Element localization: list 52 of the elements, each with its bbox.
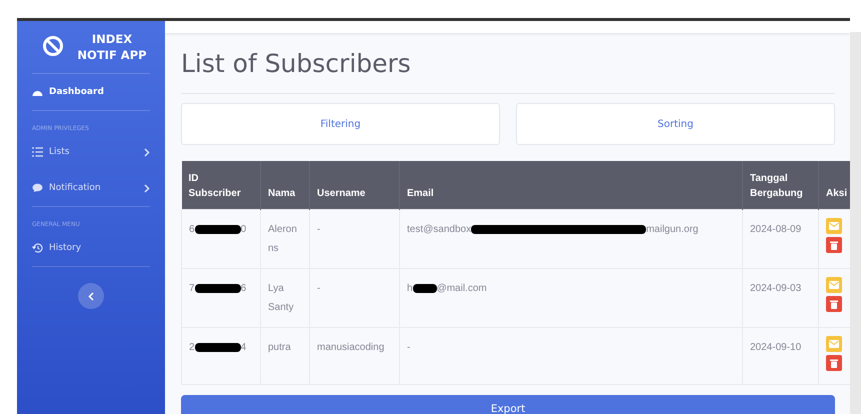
list-icon: [32, 147, 43, 157]
table-cell: 2024-09-10: [750, 342, 802, 353]
tool-button[interactable]: Filtering: [181, 103, 500, 145]
table-cell: 2024-08-09: [750, 224, 802, 235]
table-cell: Lya Santy: [268, 283, 294, 313]
redaction-mark: [194, 284, 241, 293]
column-header: Nama: [268, 188, 296, 199]
trash-icon: [830, 358, 838, 368]
column-header: ID Subscriber: [188, 173, 241, 199]
table-cell-text: 6 0: [189, 223, 246, 237]
table-cell: manusiacoding: [317, 342, 384, 353]
table-cell-text: 7 6: [189, 282, 246, 296]
table-cell-text: 2 4: [189, 341, 246, 355]
nav-item[interactable]: Lists: [32, 134, 150, 170]
table-cell-text: test@sandbox mailgun.org: [407, 223, 698, 237]
export-button[interactable]: Export: [181, 395, 835, 414]
nav-item[interactable]: History: [32, 230, 150, 266]
table-cell: -: [317, 224, 320, 235]
scrollbar[interactable]: [850, 32, 861, 414]
ban-icon: [42, 35, 64, 57]
trash-icon: [830, 300, 838, 308]
table-cell: putra: [268, 342, 291, 353]
column-header: Aksi: [826, 188, 848, 199]
envelope-icon: [829, 281, 839, 289]
history-icon: [32, 243, 43, 253]
envelope-icon: [829, 340, 839, 348]
page-title: List of Subscribers: [181, 49, 412, 80]
table-cell-text: h @mail.com: [407, 282, 487, 296]
table-cell-text: -: [407, 341, 410, 355]
column-header: Email: [407, 188, 434, 199]
table-cell: -: [317, 283, 320, 294]
redaction-mark: [194, 225, 241, 234]
column-header: Username: [317, 188, 366, 199]
table-cell: Aleronns: [268, 224, 297, 254]
tool-button[interactable]: Sorting: [516, 103, 835, 145]
trash-icon: [830, 240, 838, 250]
delete-button[interactable]: [826, 355, 842, 371]
column-header: Tanggal Bergabung: [750, 173, 803, 199]
envelope-icon: [829, 222, 839, 230]
chevron-right-icon: [144, 148, 150, 156]
nav-item[interactable]: Notification: [32, 170, 150, 206]
sidebar-toggle-button[interactable]: [78, 283, 104, 309]
delete-button[interactable]: [826, 296, 842, 312]
redaction-mark: [194, 343, 241, 352]
delete-button[interactable]: [826, 237, 842, 253]
nav-item[interactable]: Dashboard: [32, 74, 150, 110]
chevron-right-icon: [144, 184, 150, 192]
redaction-mark: [412, 284, 437, 293]
app-title: INDEX NOTIF APP: [76, 31, 148, 63]
table-cell: 2024-09-03: [750, 283, 802, 294]
chat-icon: [32, 183, 43, 193]
chevron-left-icon: [88, 292, 94, 300]
